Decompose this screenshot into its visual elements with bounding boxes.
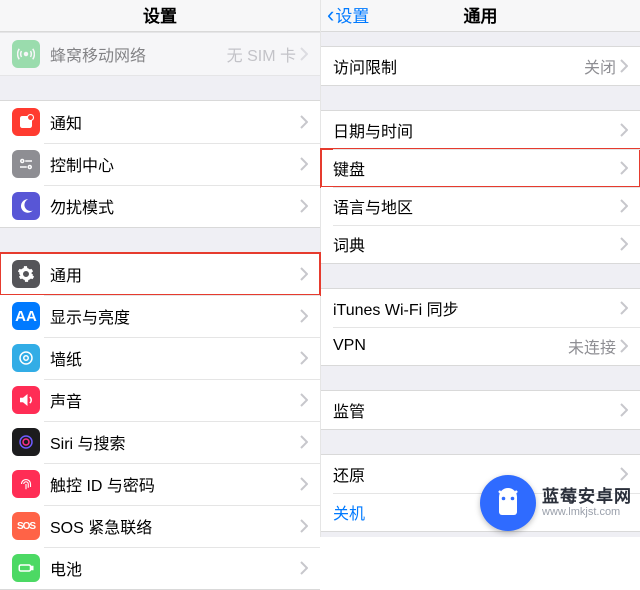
sos-label: SOS 紧急联络 — [50, 514, 300, 538]
chevron-right-icon — [300, 561, 308, 575]
control-center-label: 控制中心 — [50, 152, 300, 176]
chevron-right-icon — [620, 199, 628, 213]
page-title: 设置 — [143, 2, 177, 27]
sos-icon: SOS — [12, 512, 40, 540]
header-left: 设置 — [0, 0, 320, 32]
row-keyboard[interactable]: 键盘 — [321, 149, 640, 187]
row-general[interactable]: 通用 — [0, 253, 320, 295]
row-notifications[interactable]: 通知 — [0, 101, 320, 143]
row-sound[interactable]: 声音 — [0, 379, 320, 421]
chevron-right-icon — [300, 351, 308, 365]
page-title: 通用 — [464, 2, 498, 27]
header-right: ‹ 设置 通用 — [321, 0, 640, 32]
keyboard-label: 键盘 — [333, 156, 620, 180]
chevron-right-icon — [300, 115, 308, 129]
chevron-right-icon — [620, 59, 628, 73]
wallpaper-icon — [12, 344, 40, 372]
vpn-label: VPN — [333, 337, 568, 355]
sound-label: 声音 — [50, 388, 300, 412]
cellular-value: 无 SIM 卡 — [227, 42, 296, 66]
chevron-right-icon — [620, 339, 628, 353]
row-control-center[interactable]: 控制中心 — [0, 143, 320, 185]
chevron-right-icon — [300, 435, 308, 449]
chevron-right-icon — [300, 267, 308, 281]
siri-icon — [12, 428, 40, 456]
control-center-icon — [12, 150, 40, 178]
sound-icon — [12, 386, 40, 414]
chevron-right-icon — [300, 519, 308, 533]
notifications-icon — [12, 108, 40, 136]
chevron-right-icon — [620, 237, 628, 251]
watermark: 蓝莓安卓网 www.lmkjst.com — [476, 471, 640, 533]
row-datetime[interactable]: 日期与时间 — [321, 111, 640, 149]
row-itunes[interactable]: iTunes Wi-Fi 同步 — [321, 289, 640, 327]
watermark-logo-icon — [480, 475, 536, 531]
cellular-label: 蜂窝移动网络 — [50, 42, 227, 66]
dictionary-label: 词典 — [333, 232, 620, 256]
back-button[interactable]: ‹ 设置 — [327, 2, 369, 27]
vpn-value: 未连接 — [568, 334, 616, 358]
chevron-right-icon — [300, 157, 308, 171]
row-cellular[interactable]: 蜂窝移动网络 无 SIM 卡 — [0, 33, 320, 75]
row-battery[interactable]: 电池 — [0, 547, 320, 589]
row-supervised[interactable]: 监管 — [321, 391, 640, 429]
datetime-label: 日期与时间 — [333, 118, 620, 142]
row-wallpaper[interactable]: 墙纸 — [0, 337, 320, 379]
row-vpn[interactable]: VPN 未连接 — [321, 327, 640, 365]
display-icon: AA — [12, 302, 40, 330]
row-sos[interactable]: SOS SOS 紧急联络 — [0, 505, 320, 547]
watermark-title: 蓝莓安卓网 — [542, 488, 632, 507]
chevron-right-icon — [300, 477, 308, 491]
battery-icon — [12, 554, 40, 582]
battery-label: 电池 — [50, 556, 300, 580]
back-label: 设置 — [335, 2, 369, 27]
row-touchid[interactable]: 触控 ID 与密码 — [0, 463, 320, 505]
general-right-pane: ‹ 设置 通用 访问限制 关闭 日期与时间 键盘 语言与地 — [321, 0, 640, 537]
display-label: 显示与亮度 — [50, 304, 300, 328]
general-label: 通用 — [50, 262, 300, 286]
row-dnd[interactable]: 勿扰模式 — [0, 185, 320, 227]
moon-icon — [12, 192, 40, 220]
language-label: 语言与地区 — [333, 194, 620, 218]
fingerprint-icon — [12, 470, 40, 498]
wallpaper-label: 墙纸 — [50, 346, 300, 370]
chevron-right-icon — [300, 309, 308, 323]
dnd-label: 勿扰模式 — [50, 194, 300, 218]
row-display[interactable]: AA 显示与亮度 — [0, 295, 320, 337]
chevron-right-icon — [620, 403, 628, 417]
row-dictionary[interactable]: 词典 — [321, 225, 640, 263]
row-language[interactable]: 语言与地区 — [321, 187, 640, 225]
supervised-label: 监管 — [333, 398, 620, 422]
chevron-right-icon — [620, 161, 628, 175]
touchid-label: 触控 ID 与密码 — [50, 472, 300, 496]
chevron-right-icon — [620, 301, 628, 315]
notifications-label: 通知 — [50, 110, 300, 134]
watermark-url: www.lmkjst.com — [542, 506, 632, 518]
siri-label: Siri 与搜索 — [50, 430, 300, 454]
cellular-icon — [12, 40, 40, 68]
settings-left-pane: 设置 蜂窝移动网络 无 SIM 卡 通知 — [0, 0, 321, 537]
itunes-label: iTunes Wi-Fi 同步 — [333, 296, 620, 320]
row-restrictions[interactable]: 访问限制 关闭 — [321, 47, 640, 85]
chevron-left-icon: ‹ — [327, 6, 334, 23]
gear-icon — [12, 260, 40, 288]
chevron-right-icon — [300, 199, 308, 213]
restrictions-value: 关闭 — [584, 54, 616, 78]
chevron-right-icon — [620, 123, 628, 137]
restrictions-label: 访问限制 — [333, 54, 584, 78]
chevron-right-icon — [300, 47, 308, 61]
chevron-right-icon — [300, 393, 308, 407]
row-siri[interactable]: Siri 与搜索 — [0, 421, 320, 463]
